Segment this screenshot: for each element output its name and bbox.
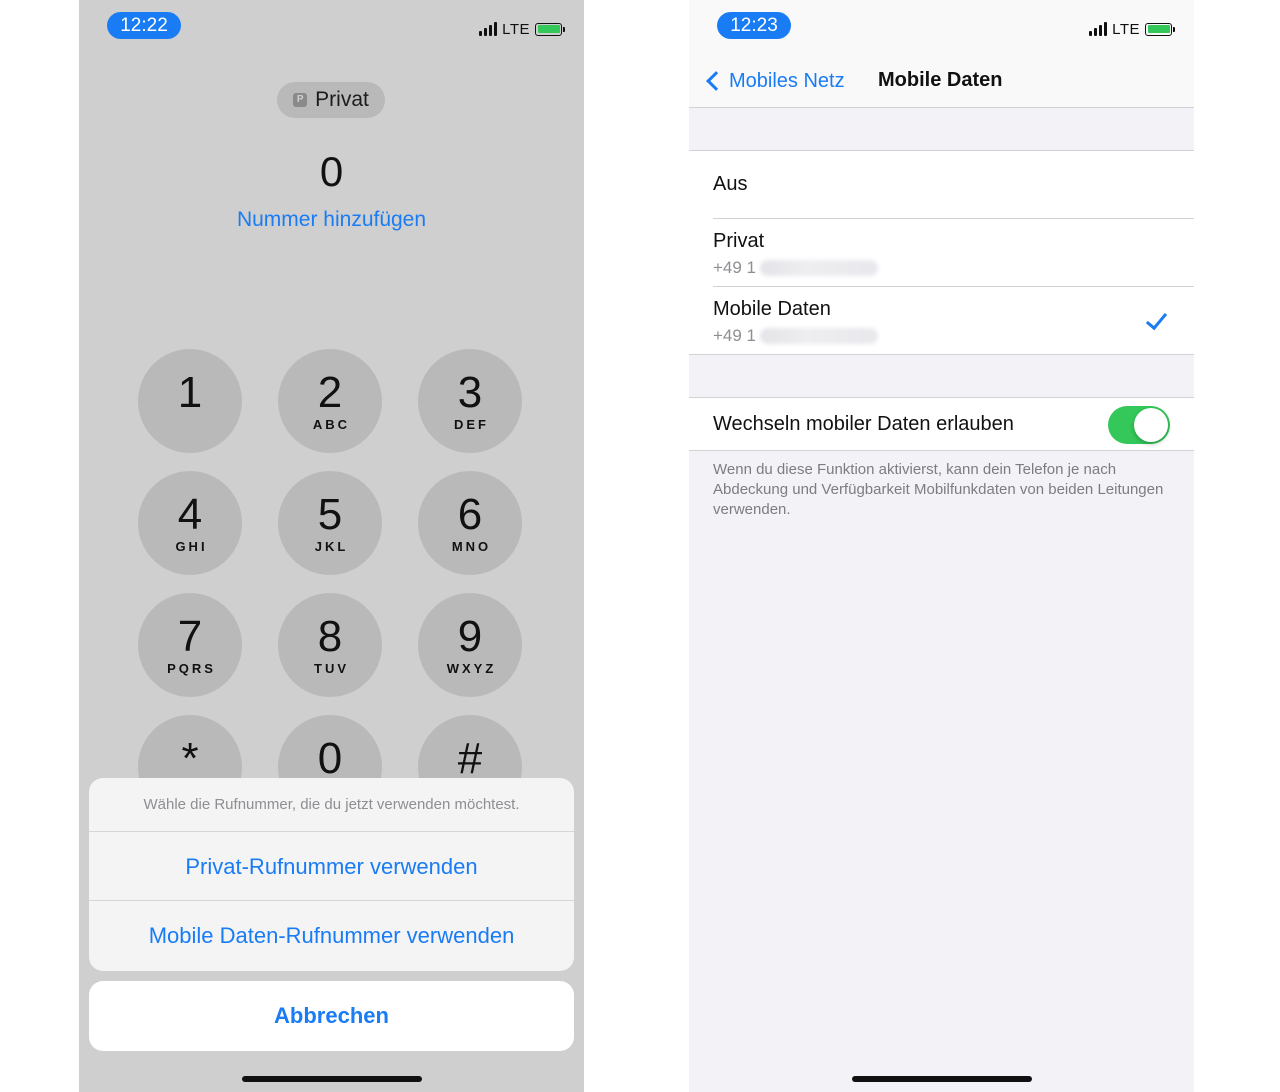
keypad-key[interactable]: 2 ABC (278, 349, 382, 453)
network-type: LTE (502, 20, 530, 38)
page-title: Mobile Daten (878, 69, 1003, 91)
status-time[interactable]: 12:22 (107, 12, 181, 39)
status-time[interactable]: 12:23 (717, 12, 791, 39)
dialed-number: 0 (319, 148, 344, 195)
number-choice-sheet: Wähle die Rufnummer, die du jetzt verwen… (89, 778, 574, 971)
keypad-key[interactable]: 7 PQRS (138, 593, 242, 697)
home-indicator[interactable] (241, 1076, 422, 1082)
key-letters: WXYZ (446, 661, 497, 676)
network-type: LTE (1112, 20, 1140, 38)
key-digit: 4 (177, 490, 203, 539)
navigation-bar: Mobiles Netz Mobile Daten (689, 56, 1194, 108)
sim-options-list: Aus Privat +49 1 Mobile Daten +49 1 (689, 150, 1194, 355)
data-switching-row: Wechseln mobiler Daten erlauben (689, 397, 1194, 451)
option-label: Mobile Daten (713, 298, 831, 320)
option-number-text: +49 1 (713, 326, 757, 345)
key-digit: 5 (317, 490, 343, 539)
keypad-key[interactable]: 5 JKL (278, 471, 382, 575)
data-switching-label: Wechseln mobiler Daten erlauben (713, 413, 1014, 435)
dialer-screen: 12:22 LTE P Privat 0 Nummer hinzufügen 1… (79, 0, 584, 1092)
status-indicators: LTE (479, 20, 565, 38)
data-switching-footer: Wenn du diese Funktion aktivierst, kann … (713, 461, 1164, 518)
option-number: +49 1 (713, 258, 879, 278)
key-digit: * (181, 734, 199, 783)
key-digit: 0 (317, 734, 343, 783)
cancel-button[interactable]: Abbrechen (89, 981, 574, 1051)
option-label: Privat (713, 230, 765, 252)
data-switching-toggle[interactable] (1108, 406, 1170, 444)
key-digit: 8 (317, 612, 343, 661)
key-letters: ABC (312, 417, 351, 432)
key-digit: 3 (457, 368, 483, 417)
status-bar: 12:22 LTE (79, 0, 584, 56)
key-letters: MNO (451, 539, 492, 554)
mobile-data-settings-screen: 12:23 LTE Mobiles Netz Mobile Daten Aus … (689, 0, 1194, 1092)
checkmark-icon (1145, 307, 1168, 331)
option-mobile-data[interactable]: Mobile Daten +49 1 (713, 287, 1194, 355)
home-indicator[interactable] (851, 1076, 1032, 1082)
keypad-key[interactable]: 3 DEF (418, 349, 522, 453)
key-digit: 2 (317, 368, 343, 417)
key-letters: GHI (175, 539, 208, 554)
back-chevron-icon (706, 71, 726, 91)
battery-icon (535, 22, 565, 36)
use-private-number-button[interactable]: Privat-Rufnummer verwenden (89, 832, 574, 901)
key-letters: PQRS (167, 661, 216, 676)
status-indicators: LTE (1089, 20, 1175, 38)
signal-icon (479, 22, 498, 36)
redacted-number (760, 328, 879, 344)
signal-icon (1089, 22, 1108, 36)
option-label: Aus (713, 173, 748, 195)
line-selector-label: Privat (315, 88, 369, 111)
status-bar: 12:23 LTE (689, 0, 1194, 56)
key-letters: JKL (314, 539, 349, 554)
option-number: +49 1 (713, 326, 879, 346)
sheet-title: Wähle die Rufnummer, die du jetzt verwen… (89, 778, 574, 832)
option-private[interactable]: Privat +49 1 (713, 219, 1194, 287)
key-digit: 1 (177, 368, 203, 417)
key-digit: 9 (457, 612, 483, 661)
toggle-knob (1134, 408, 1168, 442)
key-digit: # (457, 734, 483, 783)
keypad-key[interactable]: 9 WXYZ (418, 593, 522, 697)
keypad-key[interactable]: 4 GHI (138, 471, 242, 575)
back-button[interactable]: Mobiles Netz (703, 66, 845, 96)
line-selector-chip[interactable]: P Privat (277, 82, 385, 118)
redacted-number (760, 260, 879, 276)
use-mobile-data-number-button[interactable]: Mobile Daten-Rufnummer verwenden (89, 901, 574, 970)
back-button-label: Mobiles Netz (729, 69, 845, 92)
key-digit: 6 (457, 490, 483, 539)
battery-icon (1145, 22, 1175, 36)
keypad-key[interactable]: 6 MNO (418, 471, 522, 575)
option-number-text: +49 1 (713, 258, 757, 277)
keypad-key[interactable]: 8 TUV (278, 593, 382, 697)
key-letters: TUV (314, 661, 349, 676)
key-digit: 7 (177, 612, 203, 661)
key-letters: DEF (454, 417, 489, 432)
keypad-key[interactable]: 1 (138, 349, 242, 453)
add-number-link[interactable]: Nummer hinzufügen (79, 208, 584, 232)
option-off[interactable]: Aus (713, 151, 1194, 219)
sim-p-icon: P (293, 93, 308, 107)
